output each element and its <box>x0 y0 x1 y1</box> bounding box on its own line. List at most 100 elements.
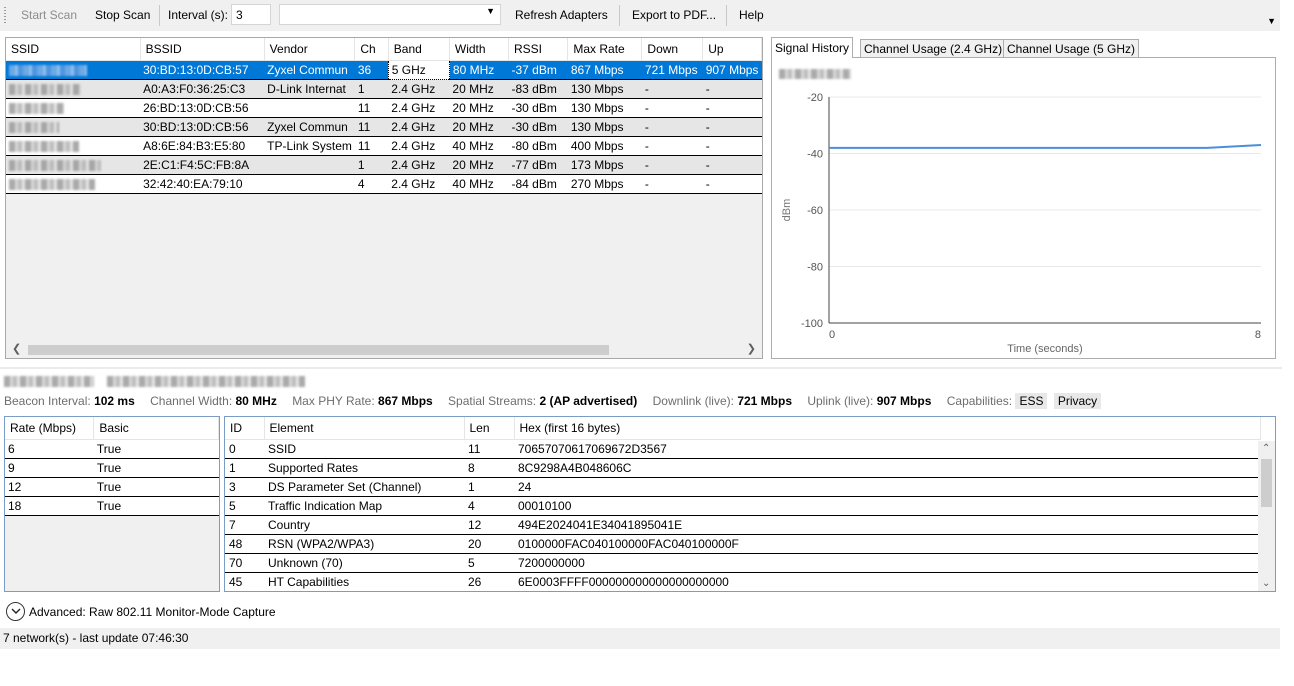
help-button[interactable]: Help <box>739 8 764 22</box>
ie-row[interactable]: 45 HT Capabilities 26 6E0003FFFF00000000000… <box>225 572 1260 591</box>
information-elements-grid[interactable]: ID Element Len Hex (first 16 bytes) 0 SSID 11… <box>224 416 1276 592</box>
scroll-up-icon[interactable]: ⌃ <box>1262 443 1270 454</box>
rate-row[interactable]: 18 True <box>5 496 219 516</box>
tab-channel-usage-5[interactable]: Channel Usage (5 GHz) <box>1003 39 1140 58</box>
dropdown-arrow-icon[interactable]: ▼ <box>486 6 495 16</box>
advanced-label[interactable]: Advanced: Raw 802.11 Monitor-Mode Captur… <box>29 605 276 619</box>
network-row[interactable]: 26:BD:13:0D:CB:56 11 2.4 GHz 20 MHz -30 dBm 1… <box>6 98 762 118</box>
cell-element: RSN (WPA2/WPA3) <box>264 534 464 554</box>
tab-channel-usage-24[interactable]: Channel Usage (2.4 GHz) <box>860 39 1007 58</box>
x-tick-label: 0 <box>829 329 835 341</box>
network-row[interactable]: 30:BD:13:0D:CB:57 Zyxel Commun 36 5 GHz 80 M… <box>6 59 762 80</box>
cell-up: - <box>702 136 762 156</box>
cell-basic: True <box>93 439 219 459</box>
chevron-down-icon[interactable] <box>6 602 25 621</box>
column-header-id[interactable]: ID <box>225 417 265 440</box>
rates-grid[interactable]: Rate (Mbps) Basic 6 True 9 True 12 True 18 True <box>4 416 220 592</box>
cell-rssi: -84 dBm <box>508 174 568 194</box>
column-header-width[interactable]: Width <box>449 38 509 61</box>
start-scan-button[interactable]: Start Scan <box>21 8 77 22</box>
column-header-ssid[interactable]: SSID <box>6 38 141 61</box>
cell-down: - <box>641 117 703 137</box>
cell-hex: 70657070617069672D3567 <box>514 439 1260 459</box>
column-header-vendor[interactable]: Vendor <box>264 38 356 61</box>
scrollbar-thumb[interactable] <box>28 345 609 355</box>
cell-bssid: 30:BD:13:0D:CB:56 <box>140 117 265 137</box>
network-properties: Beacon Interval: 102 ms Channel Width: 8… <box>4 393 1104 409</box>
tab-signal-history[interactable]: Signal History <box>771 37 854 58</box>
column-header-down[interactable]: Down <box>641 38 704 61</box>
information-elements-table: ID Element Len Hex (first 16 bytes) 0 SSID 11… <box>225 417 1261 591</box>
scrollbar-thumb[interactable] <box>1261 459 1272 507</box>
network-row[interactable]: 2E:C1:F4:5C:FB:8A 1 2.4 GHz 20 MHz -77 dBm 17… <box>6 155 762 175</box>
ie-row[interactable]: 48 RSN (WPA2/WPA3) 20 0100000FAC040100000FA… <box>225 534 1260 554</box>
cell-vendor <box>264 155 355 175</box>
toolbar: Start Scan Stop Scan Interval (s): 3 ▼ R… <box>0 0 1280 31</box>
cell-width: 80 MHz <box>449 60 509 80</box>
cell-rate: 6 <box>5 439 94 459</box>
cell-len: 26 <box>464 572 514 591</box>
interval-input[interactable]: 3 <box>231 4 271 25</box>
cell-id: 5 <box>225 496 264 516</box>
network-row[interactable]: 32:42:40:EA:79:10 4 2.4 GHz 40 MHz -84 dBm 27… <box>6 174 762 194</box>
rate-row[interactable]: 12 True <box>5 477 219 497</box>
cell-ssid <box>6 98 141 118</box>
export-pdf-button[interactable]: Export to PDF... <box>632 8 716 22</box>
cell-len: 20 <box>464 534 514 554</box>
cell-len: 12 <box>464 515 514 535</box>
cell-width: 20 MHz <box>449 79 509 99</box>
stop-scan-button[interactable]: Stop Scan <box>95 8 150 22</box>
ie-row[interactable]: 5 Traffic Indication Map 4 00010100 <box>225 496 1260 516</box>
y-tick-label: -100 <box>801 318 823 330</box>
cell-ssid <box>6 155 141 175</box>
scroll-left-icon[interactable]: ❮ <box>12 342 21 355</box>
column-header-ch[interactable]: Ch <box>354 38 389 61</box>
ssid-redacted <box>9 121 59 133</box>
ie-row[interactable]: 7 Country 12 494E2024041E34041895041E <box>225 515 1260 535</box>
scroll-down-icon[interactable]: ⌄ <box>1262 578 1270 589</box>
column-header-hex-first-16-bytes-[interactable]: Hex (first 16 bytes) <box>514 417 1261 440</box>
ie-row[interactable]: 3 DS Parameter Set (Channel) 1 24 <box>225 477 1260 497</box>
horizontal-scrollbar[interactable]: ❮ ❯ <box>6 341 762 358</box>
rates-table: Rate (Mbps) Basic 6 True 9 True 12 True 18 True <box>5 417 219 516</box>
column-header-len[interactable]: Len <box>464 417 515 440</box>
column-header-rate-mbps-[interactable]: Rate (Mbps) <box>5 417 95 440</box>
ie-row[interactable]: 0 SSID 11 70657070617069672D3567 <box>225 439 1260 459</box>
ie-row[interactable]: 1 Supported Rates 8 8C9298A4B048606C <box>225 458 1260 478</box>
cell-element: Unknown (70) <box>264 553 464 573</box>
ssid-redacted <box>9 64 87 76</box>
cell-width: 20 MHz <box>449 155 509 175</box>
column-header-max-rate[interactable]: Max Rate <box>567 38 643 61</box>
cell-vendor: TP-Link System <box>264 136 355 156</box>
signal-history-chart: -20 -40 -60 -80 -100 0 8 Time (seconds) dBm <box>771 57 1276 359</box>
cell-down: - <box>641 174 703 194</box>
toolbar-overflow-icon[interactable]: ▼ <box>1267 16 1276 26</box>
section-divider <box>0 367 1282 369</box>
column-header-basic[interactable]: Basic <box>93 417 219 440</box>
adapter-select[interactable]: ▼ <box>279 4 501 25</box>
toolbar-grip[interactable] <box>4 7 6 24</box>
y-tick-label: -40 <box>807 149 823 161</box>
refresh-adapters-button[interactable]: Refresh Adapters <box>515 8 608 22</box>
column-header-bssid[interactable]: BSSID <box>140 38 265 61</box>
rate-row[interactable]: 6 True <box>5 439 219 459</box>
channel-width-label: Channel Width: <box>150 394 233 408</box>
column-header-element[interactable]: Element <box>264 417 465 440</box>
network-row[interactable]: A0:A3:F0:36:25:C3 D-Link Internat 1 2.4 GHz… <box>6 79 762 99</box>
y-axis-label: dBm <box>781 199 793 222</box>
column-header-rssi[interactable]: RSSI <box>508 38 569 61</box>
ie-row[interactable]: 70 Unknown (70) 5 7200000000 <box>225 553 1260 573</box>
cell-element: Country <box>264 515 464 535</box>
network-row[interactable]: A8:6E:84:B3:E5:80 TP-Link System 11 2.4 GHz… <box>6 136 762 156</box>
scroll-right-icon[interactable]: ❯ <box>747 342 756 355</box>
rate-row[interactable]: 9 True <box>5 458 219 478</box>
spatial-streams-label: Spatial Streams: <box>448 394 537 408</box>
column-header-band[interactable]: Band <box>388 38 450 61</box>
networks-grid[interactable]: SSID BSSID Vendor Ch Band Width RSSI Max Rate Do… <box>5 37 763 359</box>
cell-ch: 4 <box>354 174 389 194</box>
cell-basic: True <box>93 496 219 516</box>
vertical-scrollbar[interactable]: ⌃ ⌄ <box>1258 441 1275 591</box>
column-header-up[interactable]: Up <box>702 38 762 61</box>
cell-max-rate: 270 Mbps <box>567 174 642 194</box>
network-row[interactable]: 30:BD:13:0D:CB:56 Zyxel Commun 11 2.4 GHz 20… <box>6 117 762 137</box>
